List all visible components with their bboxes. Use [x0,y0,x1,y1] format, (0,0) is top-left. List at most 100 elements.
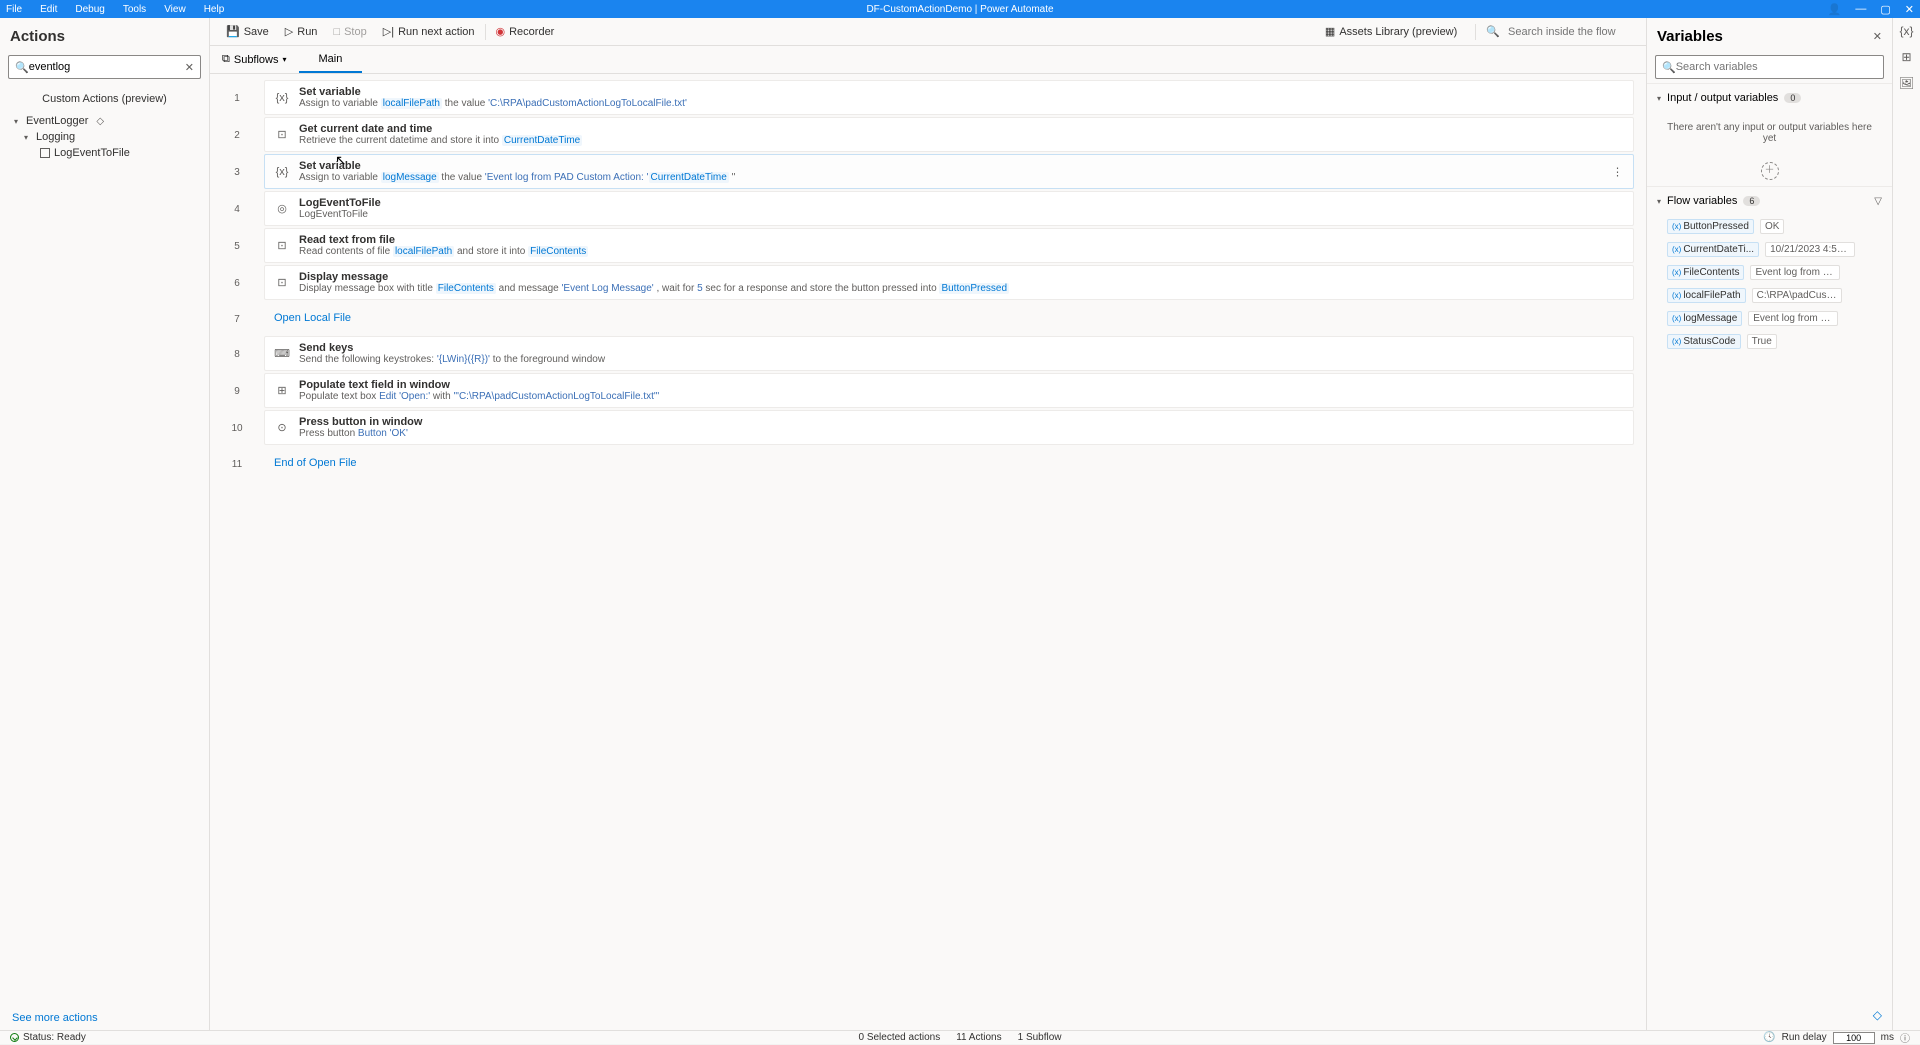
see-more-actions-link[interactable]: See more actions [0,1006,209,1030]
run-delay-input[interactable] [1833,1032,1875,1044]
add-io-variable[interactable]: ＋ [1647,154,1892,186]
menu-tools[interactable]: Tools [123,4,146,15]
step-subtitle: Assign to variable logMessage the value … [299,172,1623,183]
search-icon: 🔍 [15,61,29,74]
assets-library-button[interactable]: ▦Assets Library (preview) [1317,25,1465,38]
flow-step-card[interactable]: ⊡Read text from fileRead contents of fil… [264,228,1634,263]
flow-variables-header[interactable]: ▾ Flow variables 6 ▽ [1647,187,1892,215]
actions-count-text: 11 Actions [956,1032,1001,1043]
flow-step-row[interactable]: 4◎LogEventToFileLogEventToFile [210,191,1634,228]
tree-eventlogger[interactable]: ▾ EventLogger ◇ [4,113,205,129]
variable-row[interactable]: (x) logMessageEvent log from PAD... [1667,311,1880,326]
save-label: Save [244,26,269,38]
person-icon[interactable]: 👤 [1828,3,1842,16]
close-icon[interactable]: ✕ [1905,3,1914,16]
variables-search-input[interactable] [1676,61,1877,73]
flow-step-row[interactable]: 11End of Open File [210,447,1634,481]
menu-edit[interactable]: Edit [40,4,57,15]
actions-search-input[interactable] [29,61,185,73]
step-content: Populate text field in windowPopulate te… [299,379,1623,402]
run-button[interactable]: ▷Run [277,18,326,45]
variables-search[interactable]: 🔍 [1655,55,1884,79]
clear-icon[interactable]: ✕ [185,61,194,74]
more-icon[interactable]: ⋮ [1612,165,1623,178]
maximize-icon[interactable]: ▢ [1880,3,1890,16]
io-variables-section: ▾ Input / output variables 0 There aren'… [1647,83,1892,186]
subflows-button[interactable]: ⧉Subflows▾ [210,46,299,73]
ui-elements-rail-icon[interactable]: ⊞ [1901,50,1911,64]
flow-step-row[interactable]: 7Open Local File [210,302,1634,336]
flow-search-input[interactable] [1508,26,1638,38]
minimize-icon[interactable]: — [1855,3,1866,15]
io-variables-header[interactable]: ▾ Input / output variables 0 [1647,84,1892,112]
flow-step-row[interactable]: 3{x}Set variableAssign to variable logMe… [210,154,1634,191]
step-title: LogEventToFile [299,197,1623,209]
variable-value: OK [1760,219,1784,234]
step-number: 7 [210,302,264,336]
recorder-button[interactable]: ◉Recorder [488,18,563,45]
step-subtitle: Press button Button 'OK' [299,428,1623,439]
variable-row[interactable]: (x) CurrentDateTi...10/21/2023 4:58:53..… [1667,242,1880,257]
subflows-icon: ⧉ [222,53,230,66]
flow-step-card[interactable]: ◎LogEventToFileLogEventToFile [264,191,1634,226]
step-number: 3 [210,154,264,191]
tree-logging[interactable]: ▾ Logging [4,129,205,145]
variable-chip: (x) CurrentDateTi... [1667,242,1759,257]
flow-step-card[interactable]: ⊡Display messageDisplay message box with… [264,265,1634,300]
io-section-label: Input / output variables [1667,92,1778,104]
tree-logeventtofile[interactable]: LogEventToFile [4,145,205,161]
info-icon[interactable]: ⓘ [1900,1030,1910,1045]
flow-step-row[interactable]: 1{x}Set variableAssign to variable local… [210,80,1634,117]
flow-area[interactable]: 1{x}Set variableAssign to variable local… [210,74,1646,1030]
record-icon: ◉ [496,25,506,38]
flow-step-card[interactable]: {x}Set variableAssign to variable localF… [264,80,1634,115]
variable-row[interactable]: (x) localFilePathC:\RPA\padCusto... [1667,288,1880,303]
side-rail: {x} ⊞ 🖼 [1892,18,1920,1030]
menu-file[interactable]: File [6,4,22,15]
step-number: 8 [210,336,264,373]
menu-debug[interactable]: Debug [75,4,104,15]
tree-label: Logging [36,131,75,143]
pin-icon[interactable]: ◇ [1873,1008,1882,1022]
flow-step-row[interactable]: 2⊡Get current date and timeRetrieve the … [210,117,1634,154]
menu-view[interactable]: View [164,4,186,15]
step-content: Send keysSend the following keystrokes: … [299,342,1623,365]
tree-label: EventLogger [26,115,88,127]
flow-step-row[interactable]: 9⊞Populate text field in windowPopulate … [210,373,1634,410]
save-button[interactable]: 💾Save [218,18,277,45]
flow-step-card[interactable]: ⊡Get current date and timeRetrieve the c… [264,117,1634,152]
flow-step-row[interactable]: 6⊡Display messageDisplay message box wit… [210,265,1634,302]
step-content: Set variableAssign to variable logMessag… [299,160,1623,183]
variable-chip: (x) FileContents [1667,265,1744,280]
variable-row[interactable]: (x) ButtonPressed OK [1667,219,1880,234]
action-icon [40,148,50,158]
flow-step-row[interactable]: 5⊡Read text from fileRead contents of fi… [210,228,1634,265]
flow-step-card[interactable]: ⊞Populate text field in windowPopulate t… [264,373,1634,408]
flow-step-card[interactable]: End of Open File [264,447,1634,479]
variable-row[interactable]: (x) FileContentsEvent log from PAD... [1667,265,1880,280]
run-next-button[interactable]: ▷|Run next action [375,18,483,45]
variable-chip: (x) ButtonPressed [1667,219,1754,234]
variable-value: C:\RPA\padCusto... [1752,288,1842,303]
step-subtitle: Send the following keystrokes: '{LWin}({… [299,354,1623,365]
variables-rail-icon[interactable]: {x} [1899,24,1913,38]
step-subtitle: Populate text box Edit 'Open:' with '"C:… [299,391,1623,402]
actions-search[interactable]: 🔍 ✕ [8,55,201,79]
toolbar: 💾Save ▷Run □Stop ▷|Run next action ◉Reco… [210,18,1646,46]
stop-button[interactable]: □Stop [325,18,374,45]
step-number: 11 [210,447,264,481]
flow-step-card[interactable]: {x}Set variableAssign to variable logMes… [264,154,1634,189]
flow-step-card[interactable]: ⊙Press button in windowPress button Butt… [264,410,1634,445]
variable-row[interactable]: (x) StatusCodeTrue [1667,334,1880,349]
close-variables-icon[interactable]: ✕ [1873,30,1882,43]
tab-main[interactable]: Main [299,46,363,73]
flow-step-row[interactable]: 8⌨Send keysSend the following keystrokes… [210,336,1634,373]
menu-help[interactable]: Help [204,4,225,15]
flow-step-row[interactable]: 10⊙Press button in windowPress button Bu… [210,410,1634,447]
filter-icon[interactable]: ▽ [1874,196,1882,207]
images-rail-icon[interactable]: 🖼 [1899,76,1914,90]
step-icon: ⊡ [275,239,289,252]
diamond-icon: ◇ [96,116,104,127]
flow-step-card[interactable]: Open Local File [264,302,1634,334]
flow-step-card[interactable]: ⌨Send keysSend the following keystrokes:… [264,336,1634,371]
